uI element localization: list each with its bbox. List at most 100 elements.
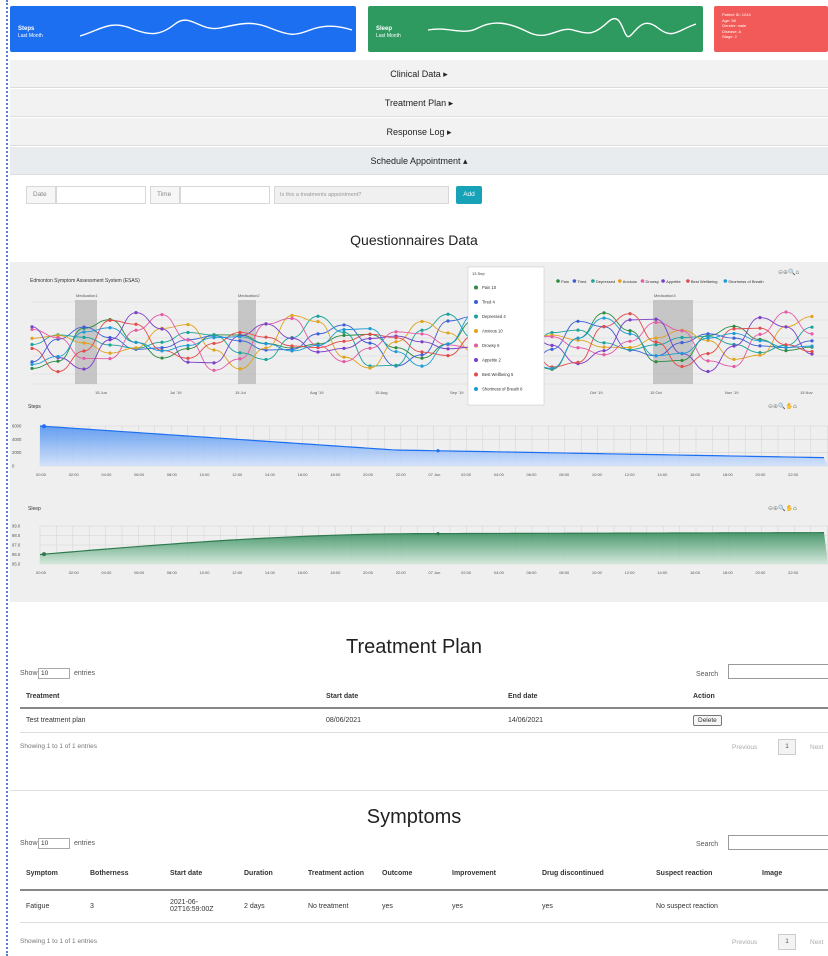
delete-button[interactable]: Delete (693, 714, 722, 726)
x-tick-label: 06:00 (527, 570, 538, 575)
sy-page-1[interactable]: 1 (778, 934, 796, 950)
cell-image (756, 890, 828, 923)
sy-search-input[interactable] (728, 835, 828, 850)
esas-point (316, 332, 320, 336)
steps-card[interactable]: Steps Last Month (10, 6, 356, 52)
tooltip-marker (474, 387, 478, 391)
x-tick-label: 14:00 (657, 570, 668, 575)
sleep-chart-title: Sleep (28, 506, 41, 512)
tp-previous-button[interactable]: Previous (732, 744, 757, 751)
esas-point (680, 341, 684, 345)
sleep-card-title: Sleep (376, 26, 393, 32)
esas-point (82, 341, 86, 345)
date-input[interactable] (56, 186, 146, 204)
col-improvement[interactable]: Improvement (446, 858, 536, 891)
sy-next-button[interactable]: Next (810, 939, 823, 946)
col-duration[interactable]: Duration (238, 858, 302, 891)
accordion-schedule-appointment[interactable]: Schedule Appointment ▴ (10, 147, 828, 175)
legend-label: Pain (561, 279, 569, 284)
col-suspect-reaction[interactable]: Suspect reaction (650, 858, 756, 891)
tp-search-input[interactable] (728, 664, 828, 679)
col-treatment[interactable]: Treatment (20, 686, 320, 709)
col-outcome[interactable]: Outcome (376, 858, 446, 891)
esas-point (56, 354, 60, 359)
y-tick-label: 95.0 (12, 562, 21, 567)
area-point (436, 531, 440, 536)
esas-point (576, 336, 580, 340)
esas-point (368, 366, 372, 370)
tp-entries-select[interactable]: 10 (38, 668, 70, 679)
tp-next-button[interactable]: Next (810, 744, 823, 751)
esas-point (680, 358, 684, 363)
steps-toolbar-icon[interactable]: ⊖⊕🔍✋⌂ (768, 402, 797, 410)
col-symptom[interactable]: Symptom (20, 858, 84, 891)
legend-label: Appetite (666, 279, 681, 284)
esas-point (368, 327, 372, 331)
col-image[interactable]: Image (756, 858, 828, 891)
esas-point (238, 351, 242, 355)
accordion-response-log[interactable]: Response Log ▸ (10, 118, 828, 146)
esas-point (342, 346, 346, 350)
esas-point (316, 350, 320, 354)
esas-point (108, 326, 112, 330)
col-action[interactable]: Action (687, 686, 828, 709)
esas-point (628, 345, 632, 350)
esas-point (758, 344, 762, 348)
col-drug-discontinued[interactable]: Drug discontinued (536, 858, 650, 891)
esas-point (316, 314, 320, 318)
add-appointment-button[interactable]: Add (456, 186, 482, 204)
legend-marker (572, 279, 577, 283)
esas-point (420, 340, 424, 344)
y-tick-label: 97.0 (12, 543, 21, 548)
col-botherness[interactable]: Botherness (84, 858, 164, 891)
esas-point (108, 318, 112, 322)
sy-entries-select[interactable]: 10 (38, 838, 70, 849)
esas-point (134, 311, 138, 315)
x-tick-label: 10:00 (200, 472, 211, 477)
esas-point (784, 349, 788, 353)
area-fill (40, 426, 828, 466)
cell-suspect-reaction: No suspect reaction (650, 890, 756, 923)
accordion-treatment-plan[interactable]: Treatment Plan ▸ (10, 89, 828, 117)
col-treatment-action[interactable]: Treatment action (302, 858, 376, 891)
sy-previous-button[interactable]: Previous (732, 939, 757, 946)
area-point (436, 449, 440, 453)
esas-point (602, 353, 606, 357)
patient-info-lines: Patient ID: 1244 Age: 56 Gender: male Di… (722, 12, 751, 40)
col-start-date[interactable]: Start date (164, 858, 238, 891)
esas-point (82, 367, 86, 371)
y-tick-label: 0 (12, 464, 15, 469)
sy-entries-label: entries (74, 840, 96, 847)
esas-point (810, 332, 814, 336)
time-input[interactable] (180, 186, 270, 204)
col-end-date[interactable]: End date (502, 686, 687, 709)
sleep-card[interactable]: Sleep Last Month (368, 6, 703, 52)
x-tick-label: 10:00 (592, 570, 603, 575)
sy-search-label: Search (696, 841, 719, 848)
esas-point (342, 330, 346, 334)
x-tick-label: 08:00 (559, 570, 570, 575)
accordion-clinical-data[interactable]: Clinical Data ▸ (10, 60, 828, 88)
tp-page-1[interactable]: 1 (778, 739, 796, 755)
tooltip-marker (474, 343, 478, 348)
sleep-toolbar-icon[interactable]: ⊖⊕🔍✋⌂ (768, 504, 797, 512)
esas-point (550, 366, 554, 370)
patient-info-card[interactable]: Patient ID: 1244 Age: 56 Gender: male Di… (714, 6, 828, 52)
tooltip-row: Drowsy 6 (482, 343, 500, 348)
x-tick-label: 02:00 (461, 472, 472, 477)
x-tick-label: 07 Jun (428, 472, 440, 477)
treatment-appointment-select[interactable]: Is this a treatments appointment? (274, 186, 449, 204)
esas-point (186, 360, 190, 364)
x-tick-label: 20:00 (755, 472, 766, 477)
esas-x-tick: Jul '19 (170, 390, 182, 395)
esas-x-tick: 15 Jun (95, 390, 107, 395)
tooltip-row: Tired 4 (482, 300, 496, 305)
col-start-date[interactable]: Start date (320, 686, 502, 709)
legend-label: Depressed (596, 279, 615, 284)
zoom-in-icon[interactable]: ⊖⊕🔍⌂ (778, 268, 800, 276)
esas-point (654, 343, 658, 347)
legend-label: Tired (577, 279, 586, 284)
esas-point (186, 356, 190, 360)
esas-point (160, 313, 164, 317)
esas-point (784, 345, 788, 350)
